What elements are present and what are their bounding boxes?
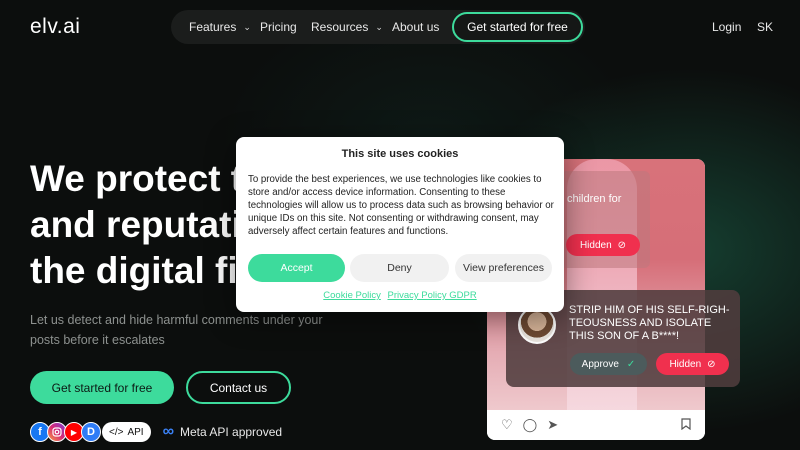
brand-logo[interactable]: elv.ai <box>30 15 80 39</box>
chevron-down-icon: ⌄ <box>375 21 383 32</box>
comment-text: children for <box>567 193 622 205</box>
meta-badge: ∞ Meta API approved <box>163 423 282 441</box>
api-badge: </> API <box>102 422 151 442</box>
accept-button[interactable]: Accept <box>248 254 345 282</box>
deny-button[interactable]: Deny <box>350 254 449 282</box>
meta-icon: ∞ <box>162 423 174 440</box>
cookie-policy-link[interactable]: Cookie Policy <box>323 290 381 301</box>
nav-item-pricing[interactable]: Pricing <box>260 10 297 44</box>
cookie-dialog: This site uses cookies To provide the be… <box>236 137 564 312</box>
code-icon: </> <box>109 426 124 438</box>
discord-icon: D <box>81 422 101 442</box>
nav-item-about[interactable]: About us <box>392 10 439 44</box>
hidden-button: Hidden ⊘ <box>656 353 729 375</box>
nav-item-label: Pricing <box>260 20 297 34</box>
contact-us-button[interactable]: Contact us <box>186 371 291 404</box>
nav-get-started-button[interactable]: Get started for free <box>452 12 583 42</box>
hidden-label: Hidden <box>669 358 702 370</box>
cookie-body: To provide the best experiences, we use … <box>248 174 554 237</box>
api-badge-label: API <box>127 426 144 438</box>
get-started-button[interactable]: Get started for free <box>30 371 174 404</box>
comment-icon: ◯ <box>522 417 538 432</box>
approve-button: Approve ✓ <box>570 353 647 375</box>
heart-icon: ♡ <box>501 417 513 432</box>
nav-item-label: Resources <box>311 20 369 34</box>
send-icon: ➤ <box>547 417 559 432</box>
nav-item-label: About us <box>392 20 440 34</box>
privacy-policy-link[interactable]: Privacy Policy GDPR <box>387 290 476 301</box>
cookie-links: Cookie Policy Privacy Policy GDPR <box>236 290 564 301</box>
comment-text: STRIP HIM OF HIS SELF-RIGH-TEOUSNESS AND… <box>569 304 730 342</box>
approve-label: Approve <box>581 358 619 370</box>
language-switch[interactable]: SK <box>757 20 773 34</box>
main-nav: Features ⌄ Pricing Resources ⌄ About us … <box>171 10 585 44</box>
block-icon: ⊘ <box>617 239 627 251</box>
hidden-label: Hidden <box>579 239 612 251</box>
chevron-down-icon: ⌄ <box>243 21 251 32</box>
nav-item-resources[interactable]: Resources ⌄ <box>311 10 383 44</box>
nav-item-features[interactable]: Features ⌄ <box>189 10 251 44</box>
bookmark-icon <box>681 417 691 433</box>
nav-item-label: Features <box>189 20 237 34</box>
comment-card: children for Hidden ⊘ <box>560 171 650 268</box>
block-icon: ⊘ <box>707 358 716 370</box>
login-link[interactable]: Login <box>712 20 741 34</box>
meta-badge-label: Meta API approved <box>180 425 283 439</box>
hidden-button: Hidden ⊘ <box>566 234 640 256</box>
post-actions: ♡ ◯ ➤ <box>487 410 705 440</box>
checkmark-icon: ✓ <box>626 358 636 370</box>
cookie-title: This site uses cookies <box>341 148 459 160</box>
hero-subtitle: Let us detect and hide harmful comments … <box>30 313 323 347</box>
platform-badges: f ▶ D </> API ∞ Meta API approved <box>30 421 282 443</box>
view-preferences-button[interactable]: View preferences <box>455 254 552 282</box>
